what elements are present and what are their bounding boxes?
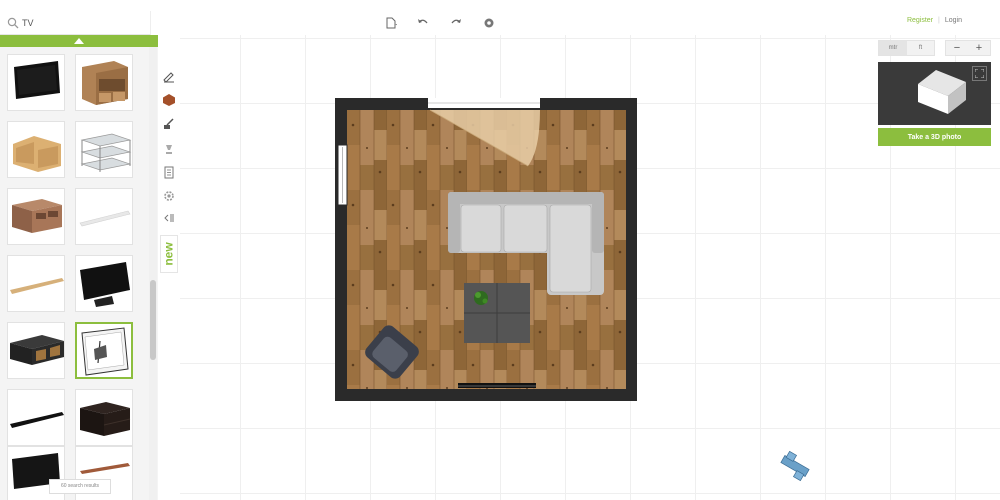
expand-icon[interactable] [972,66,987,81]
3d-preview[interactable] [878,62,991,125]
floor-plan-drawing [335,98,812,482]
planner-app: Register | Login [0,0,1000,500]
bottom-window[interactable] [458,383,536,388]
coffee-table[interactable] [464,283,530,343]
zoom-controls: − + [945,40,991,56]
take-3d-photo-button[interactable]: Take a 3D photo [878,128,991,146]
floating-object[interactable] [778,450,812,482]
zoom-in-button[interactable]: + [968,41,990,55]
unit-imperial-button[interactable]: ft [907,41,934,55]
unit-toggle: mtr ft [878,40,935,56]
unit-metric-button[interactable]: mtr [879,41,907,55]
potted-plant[interactable] [474,291,488,305]
zoom-out-button[interactable]: − [946,41,968,55]
